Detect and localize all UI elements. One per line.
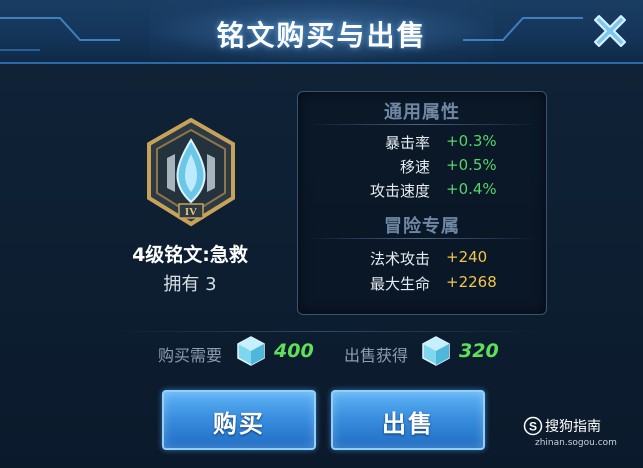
header-right-decoration-icon <box>463 17 583 41</box>
watermark-url: zhinan.sogou.com <box>535 438 617 448</box>
stat-row: 法术攻击 +240 <box>298 248 546 270</box>
stat-value: +0.5% <box>446 156 497 174</box>
dialog-header: 铭文购买与出售 <box>0 0 643 64</box>
watermark: S 搜狗指南 zhinan.sogou.com <box>515 416 625 450</box>
buy-button-label: 购买 <box>213 410 265 438</box>
buy-button[interactable]: 购买 <box>162 390 316 450</box>
rune-name: 4级铭文:急救 <box>132 244 248 266</box>
stat-value: +240 <box>446 248 488 266</box>
sell-gain-label: 出售获得 <box>344 346 409 365</box>
stat-row: 暴击率 +0.3% <box>298 132 546 154</box>
adventure-attrs-title: 冒险专属 <box>384 216 460 237</box>
sell-button-label: 出售 <box>382 410 434 438</box>
stat-value: +2268 <box>446 273 497 291</box>
stat-row: 最大生命 +2268 <box>298 273 546 295</box>
stat-label: 法术攻击 <box>369 250 430 268</box>
stats-panel: 通用属性 暴击率 +0.3% 移速 +0.5% 攻击速度 +0.4% 冒险专属 … <box>297 91 547 315</box>
crystal-icon <box>237 336 265 366</box>
section-divider <box>306 124 538 125</box>
rune-trade-dialog: 铭文购买与出售 IV 4级铭文:急救 拥有 3 通用属性 暴击率 +0.3% 移… <box>0 0 643 468</box>
stat-value: +0.4% <box>446 180 497 198</box>
sogou-logo-icon: S <box>523 416 543 436</box>
stat-row: 移速 +0.5% <box>298 156 546 178</box>
stat-label: 移速 <box>399 158 430 176</box>
buy-cost-amount: 400 <box>274 340 314 362</box>
rune-tier-numeral: IV <box>185 206 197 218</box>
close-icon[interactable] <box>587 8 633 54</box>
stat-label: 最大生命 <box>369 275 430 293</box>
svg-text:S: S <box>529 420 537 434</box>
watermark-brand: 搜狗指南 <box>545 419 601 435</box>
crystal-icon <box>422 336 450 366</box>
stat-value: +0.3% <box>446 132 497 150</box>
rune-emblem-icon: IV <box>147 118 235 227</box>
stat-label: 攻击速度 <box>369 182 430 200</box>
stat-row: 攻击速度 +0.4% <box>298 180 546 202</box>
rune-owned-count: 拥有 3 <box>163 274 217 295</box>
general-attrs-title: 通用属性 <box>384 102 460 123</box>
price-divider <box>110 331 540 332</box>
sell-button[interactable]: 出售 <box>331 390 485 450</box>
stat-label: 暴击率 <box>384 134 430 152</box>
sell-gain-amount: 320 <box>459 340 499 362</box>
buy-cost-label: 购买需要 <box>158 346 223 365</box>
section-divider <box>306 238 538 239</box>
